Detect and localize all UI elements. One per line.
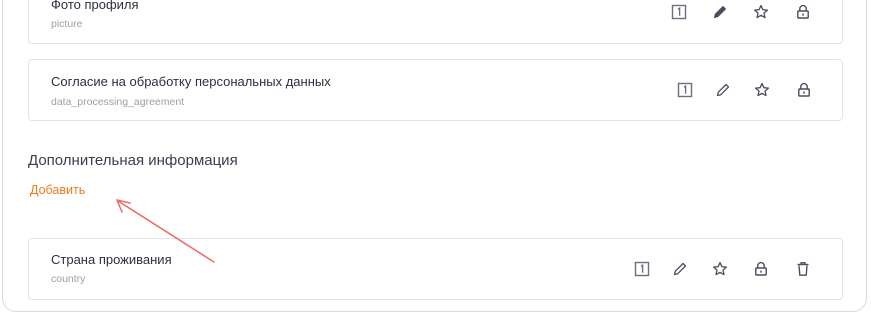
field-actions [632, 239, 813, 299]
lock-icon[interactable] [751, 259, 771, 279]
field-key: data_processing_agreement [51, 96, 185, 108]
one-badge-icon[interactable] [632, 259, 652, 279]
star-icon[interactable] [752, 80, 772, 100]
one-badge-icon[interactable] [675, 80, 695, 100]
field-title: Фото профиля [51, 0, 139, 12]
pencil-icon[interactable] [713, 80, 733, 100]
pencil-icon[interactable] [710, 2, 730, 22]
star-icon[interactable] [751, 2, 771, 22]
field-actions [675, 60, 814, 120]
trash-icon[interactable] [793, 259, 813, 279]
pencil-icon[interactable] [670, 259, 690, 279]
field-card-data-processing-agreement: Согласие на обработку персональных данны… [28, 59, 843, 121]
lock-icon[interactable] [794, 80, 814, 100]
field-card-country: Страна проживания country [28, 238, 843, 300]
add-field-link[interactable]: Добавить [30, 183, 85, 197]
field-title: Страна проживания [51, 252, 172, 267]
field-key: country [51, 273, 86, 285]
one-badge-icon[interactable] [669, 2, 689, 22]
section-title: Дополнительная информация [28, 152, 238, 169]
star-icon[interactable] [710, 259, 730, 279]
field-key: picture [51, 18, 83, 30]
field-card-picture: Фото профиля picture [28, 0, 843, 44]
field-actions [669, 0, 813, 43]
lock-icon[interactable] [793, 2, 813, 22]
field-title: Согласие на обработку персональных данны… [51, 74, 331, 89]
